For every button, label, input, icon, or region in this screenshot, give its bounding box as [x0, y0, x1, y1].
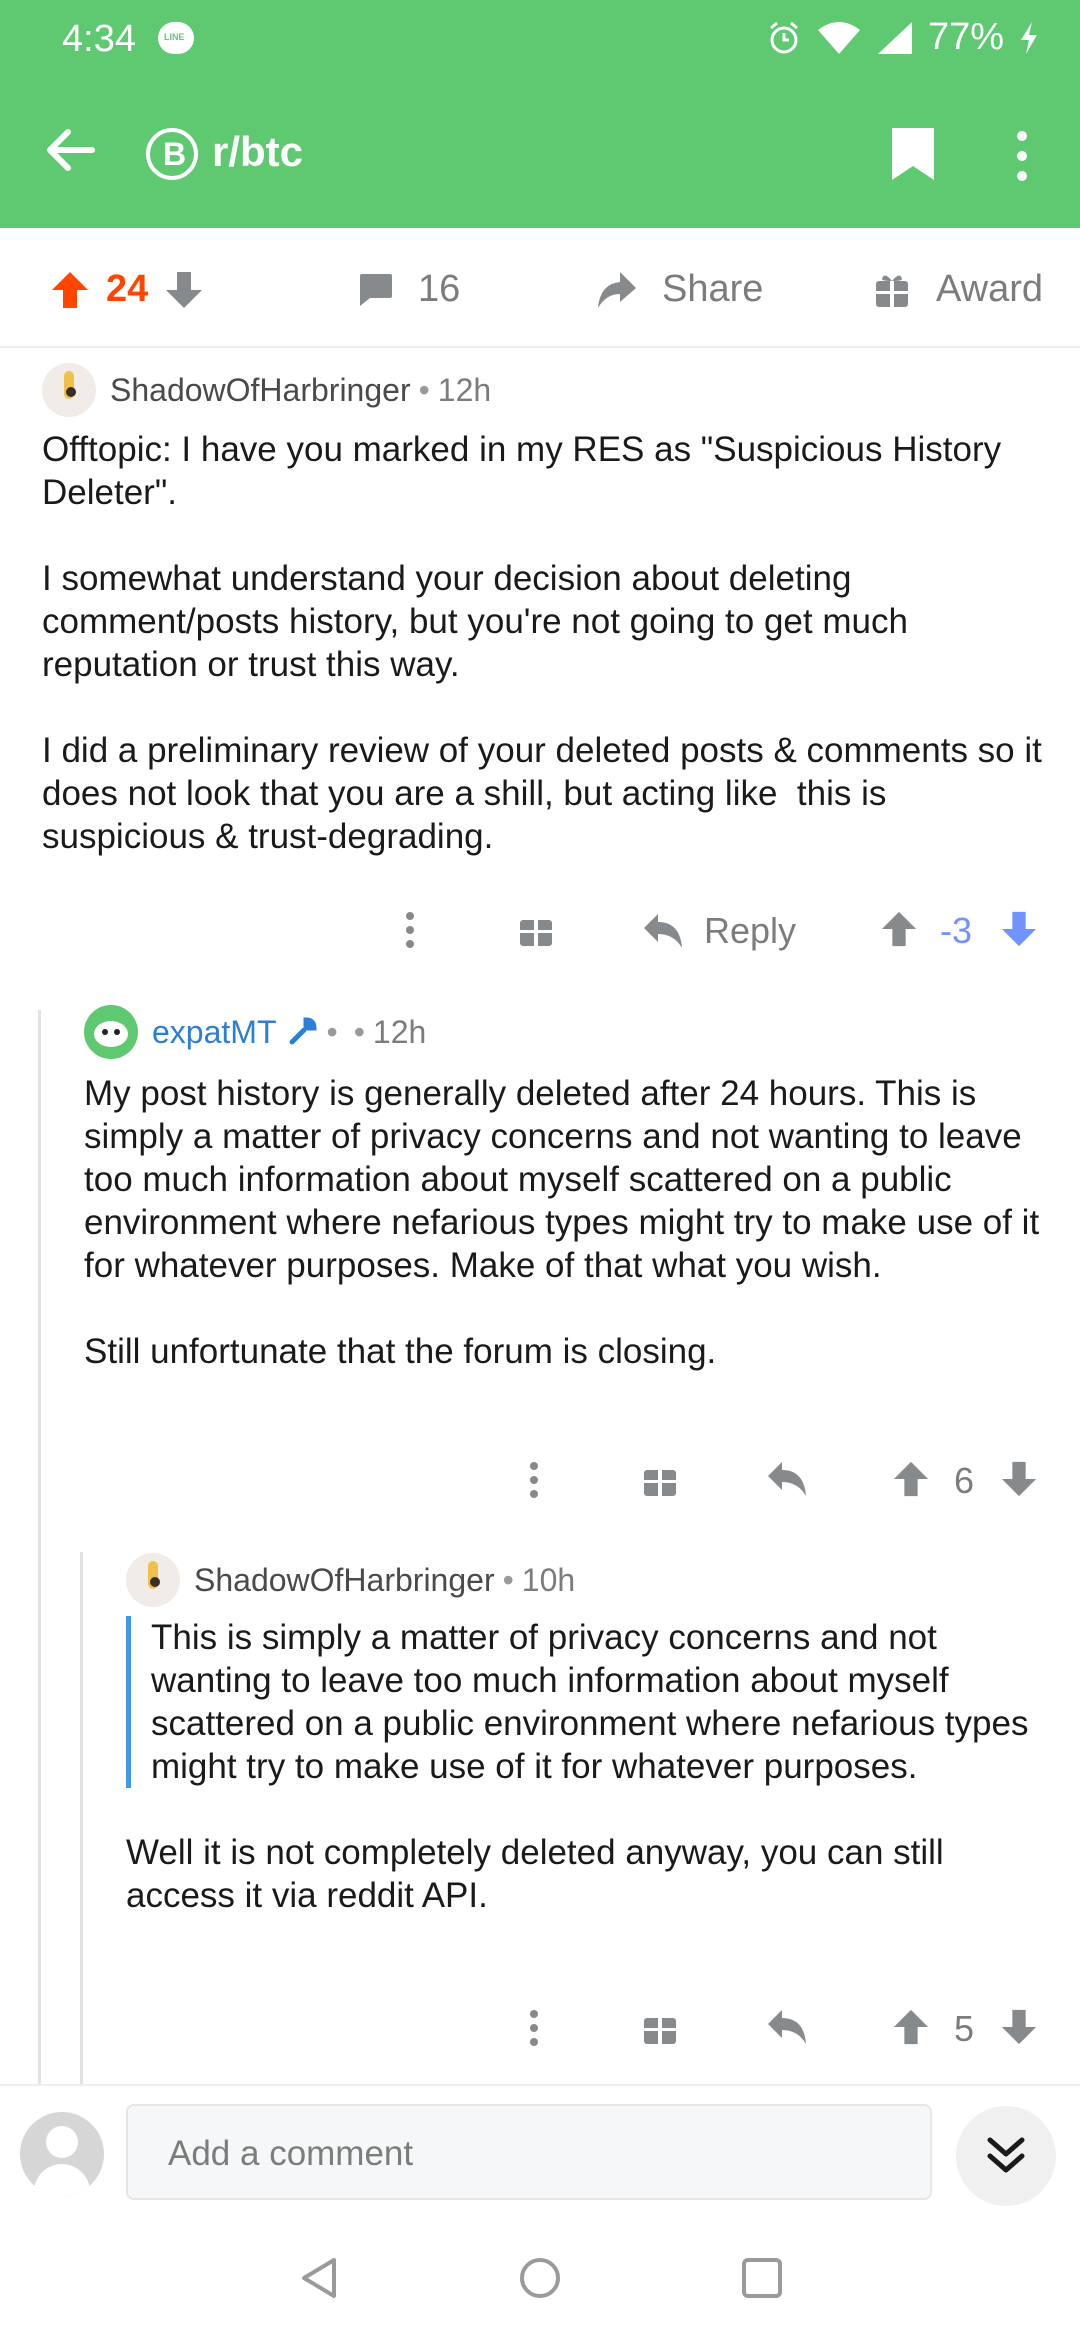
comment-age: 10h — [521, 1561, 576, 1598]
comment-paragraph: Offtopic: I have you marked in my RES as… — [42, 430, 1011, 512]
double-chevron-down-icon — [987, 2137, 1025, 2173]
reply-button[interactable]: Reply — [642, 910, 796, 952]
reply-icon — [644, 914, 682, 948]
post-score: 24 — [106, 268, 149, 310]
share-button[interactable]: Share — [596, 268, 763, 311]
comment-3: ShadowOfHarbringer • 10h This is simply … — [126, 1552, 1046, 1917]
comment-score: 6 — [954, 1460, 975, 1501]
comment-paragraph: I did a preliminary review of your delet… — [42, 731, 1052, 856]
comment-age: 12h — [437, 371, 492, 408]
nav-back-icon[interactable] — [298, 2256, 342, 2300]
comment-2: expatMT • • 12h My post history is gener… — [84, 1004, 1044, 1373]
comment-body: My post history is generally deleted aft… — [84, 1072, 1044, 1373]
award-button[interactable]: Award — [874, 268, 1043, 311]
collapse-threads-button[interactable] — [956, 2106, 1056, 2206]
share-label: Share — [662, 268, 764, 310]
comment-composer-bar: Add a comment — [0, 2084, 1080, 2216]
downvote-icon[interactable] — [164, 270, 204, 310]
upvote-icon[interactable] — [880, 910, 918, 948]
downvote-icon[interactable] — [1000, 2008, 1038, 2046]
downvote-icon[interactable] — [1000, 910, 1038, 948]
gift-icon[interactable] — [518, 910, 554, 948]
comment-paragraph: Still unfortunate that the forum is clos… — [84, 1332, 717, 1371]
bookmark-icon[interactable] — [890, 126, 936, 182]
thread-line — [38, 1010, 41, 2084]
battery-level: 77% — [927, 16, 1004, 58]
add-comment-input[interactable]: Add a comment — [126, 2104, 932, 2200]
post-action-bar: 24 16 Share Award — [0, 228, 1080, 348]
quote-text: This is simply a matter of privacy conce… — [151, 1618, 1029, 1786]
share-arrow-icon — [598, 271, 636, 308]
system-nav-bar — [0, 2216, 1080, 2340]
comments-count: 16 — [418, 268, 461, 310]
comment-bubble-icon — [360, 273, 392, 306]
gift-icon — [876, 274, 908, 307]
nav-recents-icon[interactable] — [740, 2256, 784, 2300]
comment-age: 12h — [372, 1013, 427, 1050]
thread-line — [80, 1552, 83, 2084]
avatar[interactable] — [84, 1005, 138, 1059]
post-vote: 24 — [50, 268, 204, 311]
blockquote: This is simply a matter of privacy conce… — [126, 1616, 1046, 1788]
comment-author[interactable]: ShadowOfHarbringer — [194, 1562, 495, 1599]
comment-3-actions: 5 — [0, 2008, 1080, 2056]
avatar[interactable] — [126, 1553, 180, 1607]
more-options-icon[interactable] — [528, 2008, 540, 2048]
line-app-icon — [158, 22, 194, 54]
more-options-icon[interactable] — [528, 1460, 540, 1500]
comment-1-actions: Reply -3 — [0, 910, 1080, 958]
comment-paragraph: I somewhat understand your decision abou… — [42, 559, 918, 684]
separator-dot: • — [353, 1013, 365, 1050]
gift-icon[interactable] — [642, 1460, 678, 1498]
comment-score: 5 — [954, 2008, 975, 2049]
back-arrow-icon[interactable] — [44, 124, 96, 176]
more-options-icon[interactable] — [1012, 128, 1032, 184]
upvote-icon[interactable] — [892, 1460, 930, 1498]
comment-score: -3 — [940, 910, 973, 951]
comment-header: ShadowOfHarbringer • 10h — [126, 1552, 1046, 1608]
comment-author[interactable]: expatMT — [152, 1014, 276, 1051]
comment-1: ShadowOfHarbringer • 12h Offtopic: I hav… — [42, 362, 1052, 858]
signal-icon — [877, 21, 912, 54]
app-bar: B r/btc — [0, 80, 1080, 228]
downvote-icon[interactable] — [1000, 1460, 1038, 1498]
reply-icon[interactable] — [766, 2008, 808, 2046]
upvote-icon[interactable] — [50, 270, 90, 310]
comment-paragraph: Well it is not completely deleted anyway… — [126, 1833, 954, 1915]
comment-author[interactable]: ShadowOfHarbringer — [110, 372, 411, 409]
comments-count-button[interactable]: 16 — [356, 268, 460, 311]
comment-paragraph: My post history is generally deleted aft… — [84, 1074, 1049, 1285]
moderator-wrench-icon — [289, 1017, 317, 1045]
comment-header: ShadowOfHarbringer • 12h — [42, 362, 1052, 418]
subreddit-title[interactable]: r/btc — [212, 128, 303, 176]
reply-icon[interactable] — [766, 1460, 808, 1498]
charging-icon — [1021, 21, 1037, 54]
upvote-icon[interactable] — [892, 2008, 930, 2046]
reply-label: Reply — [704, 910, 797, 951]
user-avatar[interactable] — [20, 2112, 104, 2196]
subreddit-icon[interactable]: B — [146, 128, 198, 180]
nav-home-icon[interactable] — [518, 2256, 562, 2300]
award-label: Award — [936, 268, 1044, 310]
status-time: 4:34 — [62, 18, 136, 60]
gift-icon[interactable] — [642, 2008, 678, 2046]
separator-dot: • — [326, 1013, 338, 1050]
wifi-icon — [817, 21, 860, 54]
separator-dot: • — [502, 1561, 514, 1598]
alarm-icon — [769, 21, 798, 53]
status-bar: 4:34 77% — [0, 0, 1080, 80]
more-options-icon[interactable] — [404, 910, 416, 950]
separator-dot: • — [418, 371, 430, 408]
comment-body: Offtopic: I have you marked in my RES as… — [42, 428, 1052, 858]
comment-body: This is simply a matter of privacy conce… — [126, 1616, 1046, 1917]
comment-header: expatMT • • 12h — [84, 1004, 1044, 1060]
comment-2-actions: 6 — [0, 1460, 1080, 1508]
avatar[interactable] — [42, 363, 96, 417]
